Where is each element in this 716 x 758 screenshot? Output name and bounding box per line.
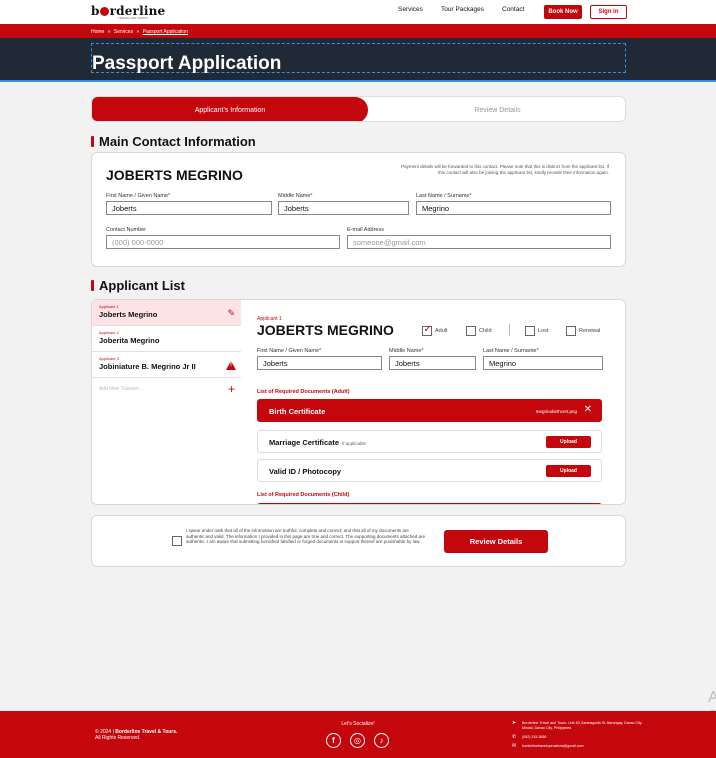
contact-full-name: JOBERTS MEGRINO [106, 167, 243, 183]
contact-middle-name-input[interactable]: Joberts [278, 201, 409, 215]
review-details-button[interactable]: Review Details [444, 530, 548, 553]
add-traveler-row[interactable]: Add New Traveler... + [92, 378, 242, 402]
lost-checkbox[interactable] [525, 326, 535, 336]
email-input[interactable]: someone@gmail.com [347, 235, 611, 249]
tiktok-icon[interactable]: ♪ [374, 733, 389, 748]
footer-email[interactable]: ✉ borderlinetraveloperations@gmail.com [512, 744, 584, 749]
main-contact-heading: Main Contact Information [91, 134, 256, 149]
adult-label: Adult [435, 328, 448, 334]
renewal-label: Renewal [579, 328, 601, 334]
breadcrumb-services[interactable]: Services [114, 29, 133, 35]
document-name: Marriage Certificate If applicable [269, 438, 367, 447]
child-label: Child [479, 328, 492, 334]
applicant-first-name-input[interactable]: Joberts [257, 356, 382, 370]
applicant-item-2[interactable]: Applicant 2 Joberita Megrino [92, 326, 242, 352]
progress-steps: Applicant's Information Review Details [91, 96, 626, 122]
contact-number-input[interactable]: (000) 000-0000 [106, 235, 340, 249]
applicant-name: Joberts Megrino [99, 310, 158, 319]
nav-contact[interactable]: Contact [502, 6, 524, 13]
hero-title-box: Passport Application [91, 43, 626, 74]
valid-id-row: Valid ID / Photocopy Upload [257, 459, 602, 482]
footer-address: ➤ Borderline Travel and Tours- Unit 4D Sa… [512, 720, 642, 730]
applicant-name: Joberita Megrino [99, 336, 160, 345]
adult-documents-heading: List of Required Documents (Adult) [257, 389, 350, 395]
sign-in-button[interactable]: Sign in [590, 5, 627, 19]
applicant-detail-panel: Applicant 1 JOBERTS MEGRINO Adult Child … [241, 299, 626, 505]
uploaded-file-name[interactable]: megrinobirthcert.png [536, 409, 577, 414]
footer-copyright: © 2024 | Borderline Travel & Tours. All … [95, 729, 178, 741]
applicant-list: Applicant 1 Joberts Megrino ✎ Applicant … [91, 299, 242, 505]
upload-button[interactable]: Upload [546, 465, 591, 477]
social-icons: f ◎ ♪ [326, 733, 390, 749]
document-name: Valid ID / Photocopy [269, 467, 342, 476]
breadcrumb-separator: » [136, 29, 140, 35]
location-icon: ➤ [512, 720, 517, 726]
first-name-label: First Name / Given Name* [257, 348, 322, 354]
offscreen-fragment: A [708, 689, 716, 706]
contact-first-name-input[interactable]: Joberts [106, 201, 272, 215]
renewal-checkbox[interactable] [566, 326, 576, 336]
middle-name-label: Middle Name* [389, 348, 424, 354]
child-document-row-partial [257, 503, 602, 504]
nav-tour-packages[interactable]: Tour Packages [441, 6, 484, 13]
plus-icon[interactable]: + [228, 382, 235, 396]
oath-card: I swear under oath that all of the infor… [91, 515, 626, 567]
logo-globe-icon [100, 7, 110, 16]
contact-number-label: Contact Number [106, 227, 147, 233]
contact-note: Payment details will be forwarded to thi… [401, 164, 609, 175]
contact-last-name-input[interactable]: Megrino [416, 201, 611, 215]
applicant-name: Jobiniature B. Megrino Jr II [99, 362, 196, 371]
facebook-icon[interactable]: f [326, 733, 341, 748]
main-contact-card: JOBERTS MEGRINO Payment details will be … [91, 152, 626, 267]
child-checkbox[interactable] [466, 326, 476, 336]
oath-checkbox[interactable] [172, 536, 182, 546]
document-name: Birth Certificate [269, 407, 326, 416]
phone-icon: ✆ [512, 734, 517, 740]
applicant-tag: Applicant 3 [99, 356, 119, 361]
nav-services[interactable]: Services [398, 6, 423, 13]
applicant-detail-name: JOBERTS MEGRINO [257, 322, 394, 338]
footer-phone: ✆ (082) 315 3858 [512, 734, 547, 740]
last-name-label: Last Name / Surname* [483, 348, 539, 354]
applicant-last-name-input[interactable]: Megrino [483, 356, 603, 370]
adult-checkbox[interactable] [422, 324, 432, 336]
child-documents-heading: List of Required Documents (Child) [257, 492, 350, 498]
first-name-label: First Name / Given Name* [106, 193, 171, 199]
warning-icon [226, 361, 236, 370]
last-name-label: Last Name / Surname* [416, 193, 472, 199]
mail-icon: ✉ [512, 743, 517, 749]
social-heading: Let's Socialize! [341, 721, 375, 727]
breadcrumb-home[interactable]: Home [91, 29, 104, 35]
applicant-middle-name-input[interactable]: Joberts [389, 356, 476, 370]
breadcrumb: Home » Services » Passport Application [0, 24, 716, 38]
applicant-list-heading: Applicant List [91, 278, 185, 293]
oath-text: I swear under oath that all of the infor… [186, 528, 425, 545]
birth-certificate-row: Birth Certificate megrinobirthcert.png ✕ [257, 399, 602, 422]
book-now-button[interactable]: Book Now [544, 5, 582, 19]
page-title: Passport Application [92, 53, 282, 74]
lost-label: Lost [538, 328, 549, 334]
page-hero: Passport Application [0, 38, 716, 82]
applicant-tag: Applicant 2 [99, 330, 119, 335]
applicant-item-1[interactable]: Applicant 1 Joberts Megrino ✎ [92, 300, 242, 326]
instagram-icon[interactable]: ◎ [350, 733, 365, 748]
middle-name-label: Middle Name* [278, 193, 313, 199]
breadcrumb-current[interactable]: Passport Application [143, 29, 188, 35]
marriage-certificate-row: Marriage Certificate If applicable Upload [257, 430, 602, 453]
divider [509, 324, 510, 336]
email-label: E-mail Address [347, 227, 384, 233]
footer: © 2024 | Borderline Travel & Tours. All … [0, 711, 716, 758]
top-navbar: b rderline TRAVEL AND TOURS Services Tour… [0, 0, 716, 24]
upload-button[interactable]: Upload [546, 436, 591, 448]
breadcrumb-separator: » [107, 29, 111, 35]
pencil-icon[interactable]: ✎ [227, 308, 235, 319]
remove-file-icon[interactable]: ✕ [584, 404, 592, 415]
step-review-details[interactable]: Review Details [368, 97, 625, 121]
brand-tagline: TRAVEL AND TOURS [118, 16, 148, 20]
add-traveler-label: Add New Traveler... [99, 386, 143, 392]
applicant-item-3[interactable]: Applicant 3 Jobiniature B. Megrino Jr II [92, 352, 242, 378]
applicant-tag: Applicant 1 [99, 304, 119, 309]
step-applicant-info[interactable]: Applicant's Information [92, 97, 368, 121]
